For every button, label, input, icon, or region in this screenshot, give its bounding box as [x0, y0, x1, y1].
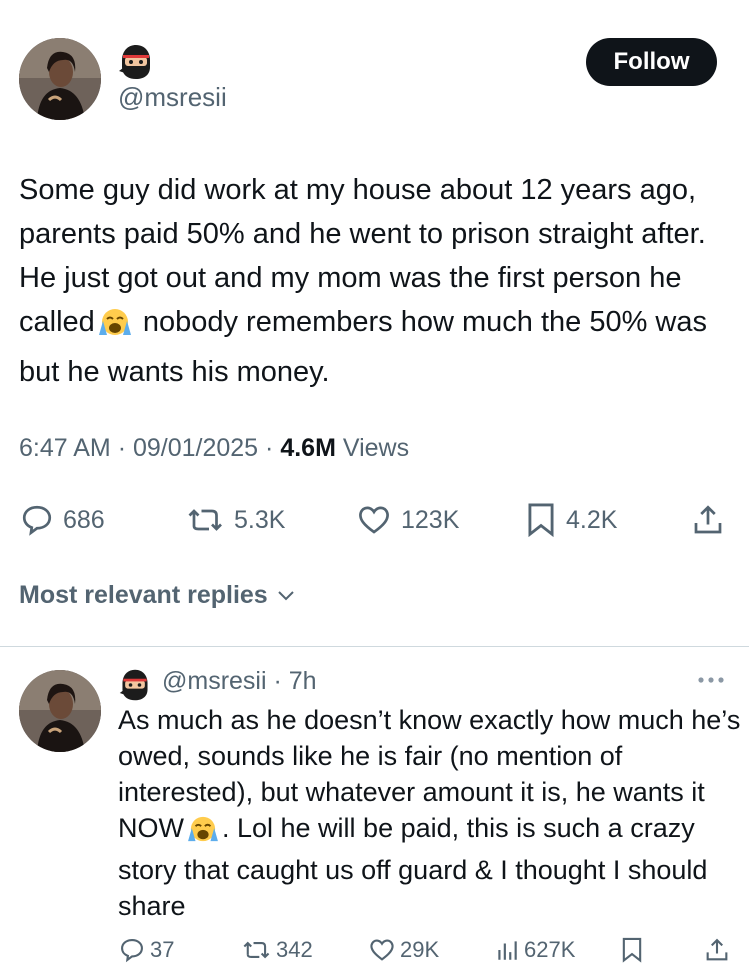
- follow-button[interactable]: Follow: [586, 38, 717, 86]
- replies-sort-dropdown[interactable]: Most relevant replies: [19, 581, 298, 610]
- share-button[interactable]: [690, 502, 726, 538]
- repost-count: 5.3K: [234, 505, 286, 534]
- reply-avatar[interactable]: [19, 670, 101, 752]
- views-count: 4.6M: [280, 434, 336, 462]
- bar-chart-icon: [498, 941, 517, 960]
- tweet-time[interactable]: 6:47 AM: [19, 434, 111, 462]
- reply-share-button[interactable]: [703, 936, 731, 964]
- three-dots-icon: [698, 677, 724, 683]
- tweet-date[interactable]: 09/01/2025: [133, 434, 258, 462]
- heart-icon: [359, 506, 389, 534]
- like-count: 123K: [401, 505, 460, 534]
- reply-handle[interactable]: @msresii: [162, 667, 267, 695]
- loudly-crying-face-emoji: [186, 815, 220, 852]
- replies-sort-label: Most relevant replies: [19, 581, 268, 609]
- reply-text: As much as he doesn’t know exactly how m…: [118, 702, 743, 924]
- meta-separator: ·: [266, 667, 289, 695]
- reply-age[interactable]: 7h: [289, 667, 317, 695]
- like-button[interactable]: 123K: [355, 502, 459, 538]
- ninja-emoji-icon: [118, 668, 152, 702]
- chevron-down-icon: [278, 590, 294, 600]
- bookmark-count: 4.2K: [566, 505, 618, 534]
- reply-like-button[interactable]: 29K: [368, 936, 439, 964]
- reply-repost-count: 342: [276, 937, 313, 962]
- share-upload-icon: [706, 938, 728, 961]
- more-options-button[interactable]: [694, 672, 728, 693]
- speech-bubble-icon: [121, 939, 143, 963]
- speech-bubble-icon: [22, 505, 52, 536]
- reply-reply-count: 37: [150, 937, 175, 962]
- divider: [0, 646, 749, 647]
- views-label: Views: [342, 434, 410, 462]
- reply-bookmark-button[interactable]: [620, 936, 644, 964]
- repost-button[interactable]: 5.3K: [186, 502, 285, 538]
- tweet-actions: 686 5.3K 123K 4.2K: [0, 500, 749, 540]
- share-upload-icon: [694, 505, 722, 534]
- reply-like-count: 29K: [400, 937, 440, 962]
- tweet-meta: 6:47 AM · 09/01/2025 · 4.6M Views: [19, 434, 409, 463]
- reply-actions: 37 342 29K 627K: [0, 936, 749, 964]
- ninja-emoji-icon: [117, 43, 155, 81]
- reply-views-count: 627K: [524, 937, 576, 962]
- bookmark-icon: [528, 503, 554, 538]
- avatar[interactable]: [19, 38, 101, 120]
- loudly-crying-face-emoji: [97, 306, 133, 350]
- repost-arrows-icon: [188, 509, 222, 531]
- reply-reply-button[interactable]: 37: [118, 936, 174, 964]
- reply-views-button[interactable]: 627K: [494, 936, 575, 964]
- reply-repost-button[interactable]: 342: [242, 936, 313, 964]
- reply-button[interactable]: 686: [19, 502, 105, 538]
- reply-header: @msresii · 7h: [162, 667, 317, 696]
- tweet-text: Some guy did work at my house about 12 y…: [19, 168, 731, 394]
- bookmark-icon: [622, 937, 642, 963]
- meta-separator: ·: [117, 434, 133, 462]
- meta-separator: ·: [265, 434, 281, 462]
- heart-icon: [370, 939, 394, 961]
- bookmark-button[interactable]: 4.2K: [524, 501, 617, 539]
- reply-count: 686: [63, 505, 105, 534]
- author-handle[interactable]: @msresii: [118, 82, 227, 113]
- repost-arrows-icon: [243, 941, 270, 959]
